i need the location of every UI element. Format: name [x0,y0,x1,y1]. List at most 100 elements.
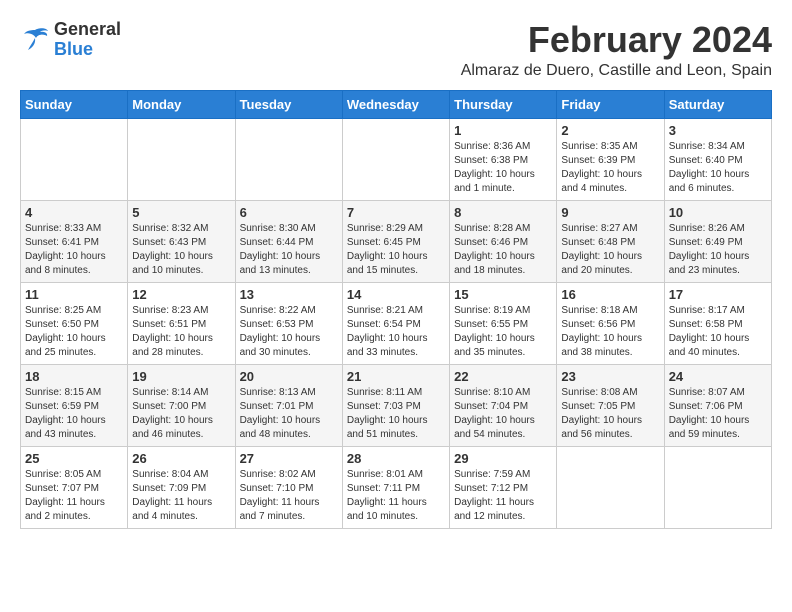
day-number: 20 [240,369,338,384]
day-info: Sunrise: 8:15 AM Sunset: 6:59 PM Dayligh… [25,386,123,442]
day-info: Sunrise: 8:14 AM Sunset: 7:00 PM Dayligh… [132,386,230,442]
calendar-day-header: Friday [557,90,664,118]
day-info: Sunrise: 8:32 AM Sunset: 6:43 PM Dayligh… [132,222,230,278]
day-number: 29 [454,451,552,466]
day-number: 17 [669,287,767,302]
calendar-cell: 20 Sunrise: 8:13 AM Sunset: 7:01 PM Dayli… [235,364,342,446]
day-number: 7 [347,205,445,220]
day-number: 3 [669,123,767,138]
day-number: 27 [240,451,338,466]
logo: General Blue [20,20,121,60]
calendar-cell: 24 Sunrise: 8:07 AM Sunset: 7:06 PM Dayli… [664,364,771,446]
calendar-header-row: SundayMondayTuesdayWednesdayThursdayFrid… [21,90,772,118]
day-number: 16 [561,287,659,302]
calendar-cell: 17 Sunrise: 8:17 AM Sunset: 6:58 PM Dayli… [664,282,771,364]
calendar-cell [557,446,664,528]
calendar-cell: 14 Sunrise: 8:21 AM Sunset: 6:54 PM Dayli… [342,282,449,364]
calendar-cell: 29 Sunrise: 7:59 AM Sunset: 7:12 PM Dayli… [450,446,557,528]
day-number: 1 [454,123,552,138]
calendar-cell: 23 Sunrise: 8:08 AM Sunset: 7:05 PM Dayli… [557,364,664,446]
calendar-week-row: 1 Sunrise: 8:36 AM Sunset: 6:38 PM Daylig… [21,118,772,200]
calendar-day-header: Saturday [664,90,771,118]
day-info: Sunrise: 8:33 AM Sunset: 6:41 PM Dayligh… [25,222,123,278]
day-number: 18 [25,369,123,384]
day-number: 24 [669,369,767,384]
calendar-week-row: 25Sunrise: 8:05 AM Sunset: 7:07 PM Dayli… [21,446,772,528]
day-info: Sunrise: 7:59 AM Sunset: 7:12 PM Dayligh… [454,468,552,524]
day-info: Sunrise: 8:25 AM Sunset: 6:50 PM Dayligh… [25,304,123,360]
calendar-cell: 19 Sunrise: 8:14 AM Sunset: 7:00 PM Dayli… [128,364,235,446]
day-number: 2 [561,123,659,138]
day-info: Sunrise: 8:19 AM Sunset: 6:55 PM Dayligh… [454,304,552,360]
calendar-day-header: Monday [128,90,235,118]
day-info: Sunrise: 8:21 AM Sunset: 6:54 PM Dayligh… [347,304,445,360]
day-info: Sunrise: 8:23 AM Sunset: 6:51 PM Dayligh… [132,304,230,360]
day-info: Sunrise: 8:36 AM Sunset: 6:38 PM Dayligh… [454,140,552,196]
day-number: 6 [240,205,338,220]
day-number: 15 [454,287,552,302]
calendar-cell: 16 Sunrise: 8:18 AM Sunset: 6:56 PM Dayli… [557,282,664,364]
calendar-cell [235,118,342,200]
day-info: Sunrise: 8:17 AM Sunset: 6:58 PM Dayligh… [669,304,767,360]
day-number: 12 [132,287,230,302]
calendar-cell: 21 Sunrise: 8:11 AM Sunset: 7:03 PM Dayli… [342,364,449,446]
day-number: 8 [454,205,552,220]
day-info: Sunrise: 8:08 AM Sunset: 7:05 PM Dayligh… [561,386,659,442]
calendar-cell: 18 Sunrise: 8:15 AM Sunset: 6:59 PM Dayli… [21,364,128,446]
day-info: Sunrise: 8:02 AM Sunset: 7:10 PM Dayligh… [240,468,338,524]
calendar-cell: 13 Sunrise: 8:22 AM Sunset: 6:53 PM Dayli… [235,282,342,364]
day-number: 19 [132,369,230,384]
calendar-cell: 22 Sunrise: 8:10 AM Sunset: 7:04 PM Dayli… [450,364,557,446]
day-info: Sunrise: 8:28 AM Sunset: 6:46 PM Dayligh… [454,222,552,278]
calendar-cell: 28Sunrise: 8:01 AM Sunset: 7:11 PM Dayli… [342,446,449,528]
day-number: 9 [561,205,659,220]
calendar-cell: 4 Sunrise: 8:33 AM Sunset: 6:41 PM Daylig… [21,200,128,282]
day-number: 5 [132,205,230,220]
day-info: Sunrise: 8:11 AM Sunset: 7:03 PM Dayligh… [347,386,445,442]
calendar-cell: 3 Sunrise: 8:34 AM Sunset: 6:40 PM Daylig… [664,118,771,200]
day-number: 21 [347,369,445,384]
calendar-cell: 5 Sunrise: 8:32 AM Sunset: 6:43 PM Daylig… [128,200,235,282]
day-info: Sunrise: 8:10 AM Sunset: 7:04 PM Dayligh… [454,386,552,442]
logo-general-text: General [54,19,121,39]
day-number: 4 [25,205,123,220]
calendar-day-header: Thursday [450,90,557,118]
calendar-cell: 2 Sunrise: 8:35 AM Sunset: 6:39 PM Daylig… [557,118,664,200]
calendar-cell [342,118,449,200]
day-number: 14 [347,287,445,302]
calendar-cell: 15 Sunrise: 8:19 AM Sunset: 6:55 PM Dayli… [450,282,557,364]
calendar-cell: 8 Sunrise: 8:28 AM Sunset: 6:46 PM Daylig… [450,200,557,282]
header: General Blue February 2024 Almaraz de Du… [20,20,772,80]
day-number: 22 [454,369,552,384]
calendar-cell: 27 Sunrise: 8:02 AM Sunset: 7:10 PM Dayli… [235,446,342,528]
calendar-cell: 26Sunrise: 8:04 AM Sunset: 7:09 PM Dayli… [128,446,235,528]
day-number: 26 [132,451,230,466]
calendar-cell [128,118,235,200]
title-section: February 2024 Almaraz de Duero, Castille… [461,20,772,80]
day-info: Sunrise: 8:27 AM Sunset: 6:48 PM Dayligh… [561,222,659,278]
day-number: 13 [240,287,338,302]
calendar-cell [664,446,771,528]
day-info: Sunrise: 8:05 AM Sunset: 7:07 PM Dayligh… [25,468,123,524]
logo-blue-text: Blue [54,39,93,59]
day-info: Sunrise: 8:01 AM Sunset: 7:11 PM Dayligh… [347,468,445,524]
day-info: Sunrise: 8:34 AM Sunset: 6:40 PM Dayligh… [669,140,767,196]
day-info: Sunrise: 8:35 AM Sunset: 6:39 PM Dayligh… [561,140,659,196]
day-info: Sunrise: 8:13 AM Sunset: 7:01 PM Dayligh… [240,386,338,442]
calendar-day-header: Sunday [21,90,128,118]
logo-bird-icon [20,26,50,54]
day-number: 11 [25,287,123,302]
calendar-week-row: 4 Sunrise: 8:33 AM Sunset: 6:41 PM Daylig… [21,200,772,282]
day-number: 23 [561,369,659,384]
day-info: Sunrise: 8:07 AM Sunset: 7:06 PM Dayligh… [669,386,767,442]
day-info: Sunrise: 8:29 AM Sunset: 6:45 PM Dayligh… [347,222,445,278]
day-info: Sunrise: 8:22 AM Sunset: 6:53 PM Dayligh… [240,304,338,360]
day-info: Sunrise: 8:30 AM Sunset: 6:44 PM Dayligh… [240,222,338,278]
calendar-week-row: 18 Sunrise: 8:15 AM Sunset: 6:59 PM Dayli… [21,364,772,446]
day-info: Sunrise: 8:18 AM Sunset: 6:56 PM Dayligh… [561,304,659,360]
calendar-cell: 11 Sunrise: 8:25 AM Sunset: 6:50 PM Dayli… [21,282,128,364]
month-year-title: February 2024 [461,20,772,60]
calendar-cell [21,118,128,200]
calendar-cell: 10Sunrise: 8:26 AM Sunset: 6:49 PM Dayli… [664,200,771,282]
location-subtitle: Almaraz de Duero, Castille and Leon, Spa… [461,62,772,80]
